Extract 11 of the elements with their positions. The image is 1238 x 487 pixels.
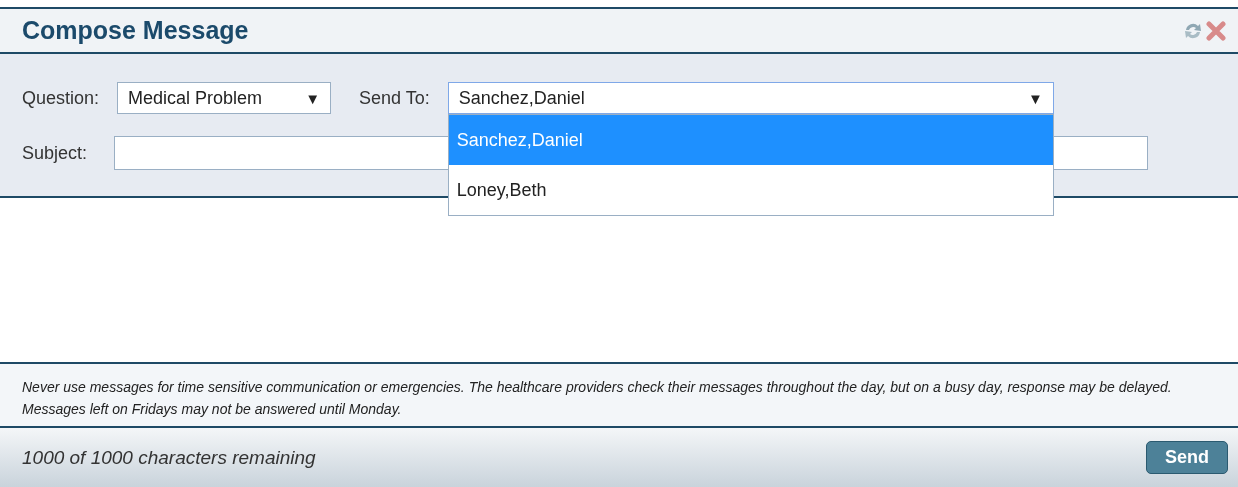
- question-dropdown[interactable]: Medical Problem ▼: [117, 82, 332, 114]
- question-label: Question:: [22, 87, 100, 109]
- subject-label: Subject:: [22, 142, 88, 164]
- send-button[interactable]: Send: [1146, 441, 1228, 474]
- close-icon[interactable]: [1206, 20, 1226, 41]
- window-title: Compose Message: [22, 16, 249, 45]
- dropdown-option[interactable]: Loney,Beth: [448, 165, 1053, 215]
- characters-remaining: 1000 of 1000 characters remaining: [22, 446, 316, 469]
- send-to-dropdown[interactable]: Sanchez,Daniel ▼: [447, 82, 1054, 114]
- notice-text: Never use messages for time sensitive communication or emergencies. The healthcare providers check their messages throughout the day, but on a busy day, response may be delayed. Messages left on Fridays may not be answered until Monday.: [0, 364, 1238, 428]
- send-to-label: Send To:: [359, 87, 430, 109]
